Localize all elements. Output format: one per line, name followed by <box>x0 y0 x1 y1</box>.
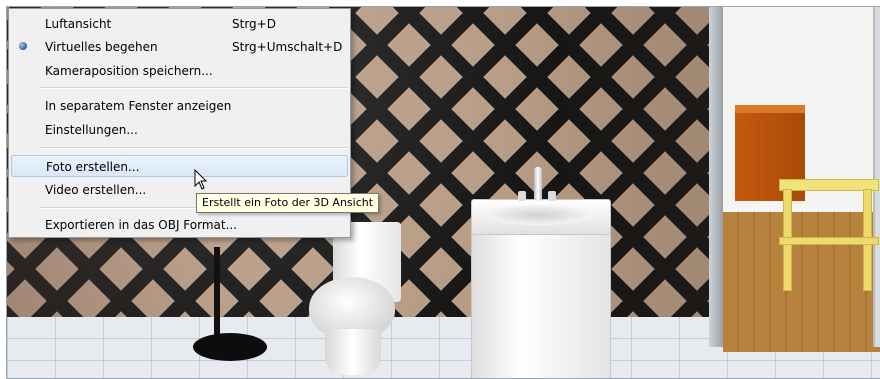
faucet-knob <box>548 191 556 201</box>
yellow-table <box>779 179 879 299</box>
menu-item-virtuelles-begehen[interactable]: Virtuelles begehen Strg+Umschalt+D <box>11 36 348 58</box>
sink-cabinet <box>471 225 611 378</box>
menu-item-exportieren-obj[interactable]: Exportieren in das OBJ Format... <box>11 214 348 236</box>
faucet-knob <box>518 191 526 201</box>
faucet <box>534 167 542 201</box>
tooltip: Erstellt ein Foto der 3D Ansicht <box>196 193 380 213</box>
menu-item-label: Virtuelles begehen <box>45 40 158 54</box>
lamp-pole <box>214 247 220 347</box>
menu-item-label: Einstellungen... <box>45 123 138 137</box>
menu-item-kameraposition-speichern[interactable]: Kameraposition speichern... <box>11 60 348 82</box>
menu-item-shortcut: Strg+D <box>232 17 276 31</box>
toilet-base <box>325 329 381 375</box>
menu-item-label: Foto erstellen... <box>46 160 140 174</box>
menu-item-shortcut: Strg+Umschalt+D <box>232 40 343 54</box>
radio-selected-icon <box>19 42 27 50</box>
menu-item-separates-fenster[interactable]: In separatem Fenster anzeigen <box>11 95 348 117</box>
menu-item-label: Luftansicht <box>45 17 112 31</box>
menu-item-luftansicht[interactable]: Luftansicht Strg+D <box>11 13 348 35</box>
sink-basin <box>485 205 593 225</box>
menu-separator <box>39 87 348 89</box>
menu-item-label: Exportieren in das OBJ Format... <box>45 218 238 232</box>
lamp-base <box>193 333 267 361</box>
menu-item-label: Video erstellen... <box>45 183 147 197</box>
menu-item-label: Kameraposition speichern... <box>45 64 213 78</box>
menu-separator <box>39 147 348 149</box>
menu-item-foto-erstellen[interactable]: Foto erstellen... <box>11 155 348 177</box>
menu-item-label: In separatem Fenster anzeigen <box>45 99 232 113</box>
mouse-pointer-icon <box>194 169 208 190</box>
menu-item-einstellungen[interactable]: Einstellungen... <box>11 119 348 141</box>
yellow-table-rail <box>779 237 879 245</box>
wall-edge <box>709 7 723 347</box>
